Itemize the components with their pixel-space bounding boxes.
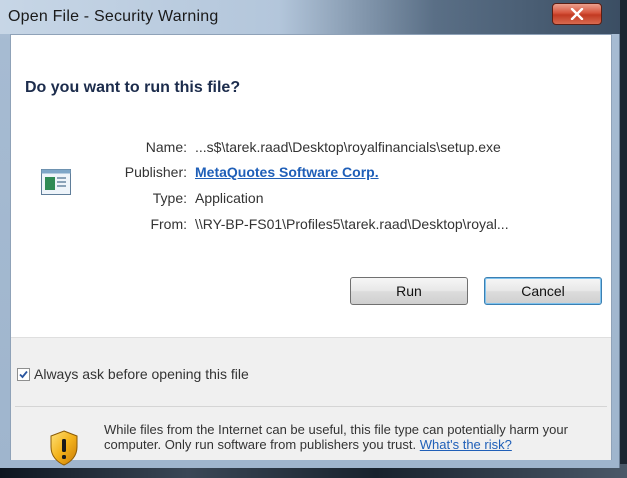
dialog-content: Do you want to run this file? Name: ...s… (10, 34, 612, 466)
whats-the-risk-link[interactable]: What's the risk? (420, 437, 512, 452)
publisher-label: Publisher: (124, 164, 187, 180)
from-label: From: (150, 216, 187, 232)
checkmark-icon (19, 370, 28, 378)
window-title: Open File - Security Warning (8, 8, 219, 25)
always-ask-row[interactable]: Always ask before opening this file (17, 366, 249, 382)
name-value: ...s$\tarek.raad\Desktop\royalfinancials… (195, 139, 501, 155)
shield-warning-icon (49, 430, 79, 471)
cancel-button[interactable]: Cancel (484, 277, 602, 305)
publisher-link[interactable]: MetaQuotes Software Corp. (195, 164, 379, 180)
separator (15, 406, 607, 407)
warning-message: While files from the Internet can be use… (104, 422, 594, 452)
title-bar[interactable]: Open File - Security Warning (0, 0, 620, 34)
footer-panel: Always ask before opening this file Whil… (11, 337, 611, 466)
dialog-heading: Do you want to run this file? (25, 79, 241, 96)
close-icon (570, 8, 584, 20)
type-label: Type: (152, 190, 187, 206)
run-button[interactable]: Run (350, 277, 468, 305)
name-label: Name: (145, 139, 187, 155)
always-ask-label: Always ask before opening this file (34, 366, 249, 382)
always-ask-checkbox[interactable] (17, 367, 30, 381)
close-button[interactable] (552, 3, 602, 25)
security-warning-dialog: Open File - Security Warning Do you want… (0, 0, 620, 468)
type-value: Application (195, 190, 264, 206)
from-value: \\RY-BP-FS01\Profiles5\tarek.raad\Deskto… (195, 216, 509, 232)
